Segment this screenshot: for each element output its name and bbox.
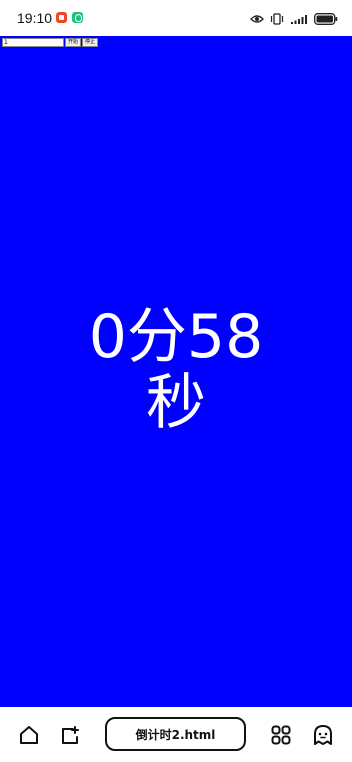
time-input[interactable]	[2, 38, 64, 47]
vibrate-icon	[270, 13, 284, 25]
stop-button[interactable]: 停止	[82, 38, 99, 47]
status-icons	[250, 11, 338, 27]
url-bar[interactable]: 倒计时2.html	[105, 717, 246, 751]
countdown-display: 0分58 秒	[0, 304, 352, 436]
apps-icon[interactable]	[270, 724, 292, 746]
home-icon[interactable]	[18, 724, 40, 746]
url-title: 倒计时2.html	[135, 727, 216, 742]
status-time: 19:10	[17, 10, 53, 26]
start-button[interactable]: 开始	[65, 38, 82, 47]
controls: 开始 停止	[2, 38, 99, 48]
signal-icon	[291, 15, 307, 24]
status-bar: 19:10	[0, 0, 352, 36]
eye-icon	[250, 15, 264, 23]
chat-app-icon	[72, 12, 83, 23]
countdown-unit: 秒	[146, 368, 206, 438]
countdown-page: 开始 停止 0分58 秒	[0, 36, 352, 707]
video-app-icon	[56, 12, 67, 23]
ghost-icon[interactable]	[312, 724, 334, 746]
browser-bottom-bar: 倒计时2.html	[0, 707, 352, 762]
countdown-minutes-seconds: 0分58	[88, 302, 264, 372]
tabs-icon[interactable]	[59, 724, 81, 746]
battery-icon	[314, 13, 338, 25]
